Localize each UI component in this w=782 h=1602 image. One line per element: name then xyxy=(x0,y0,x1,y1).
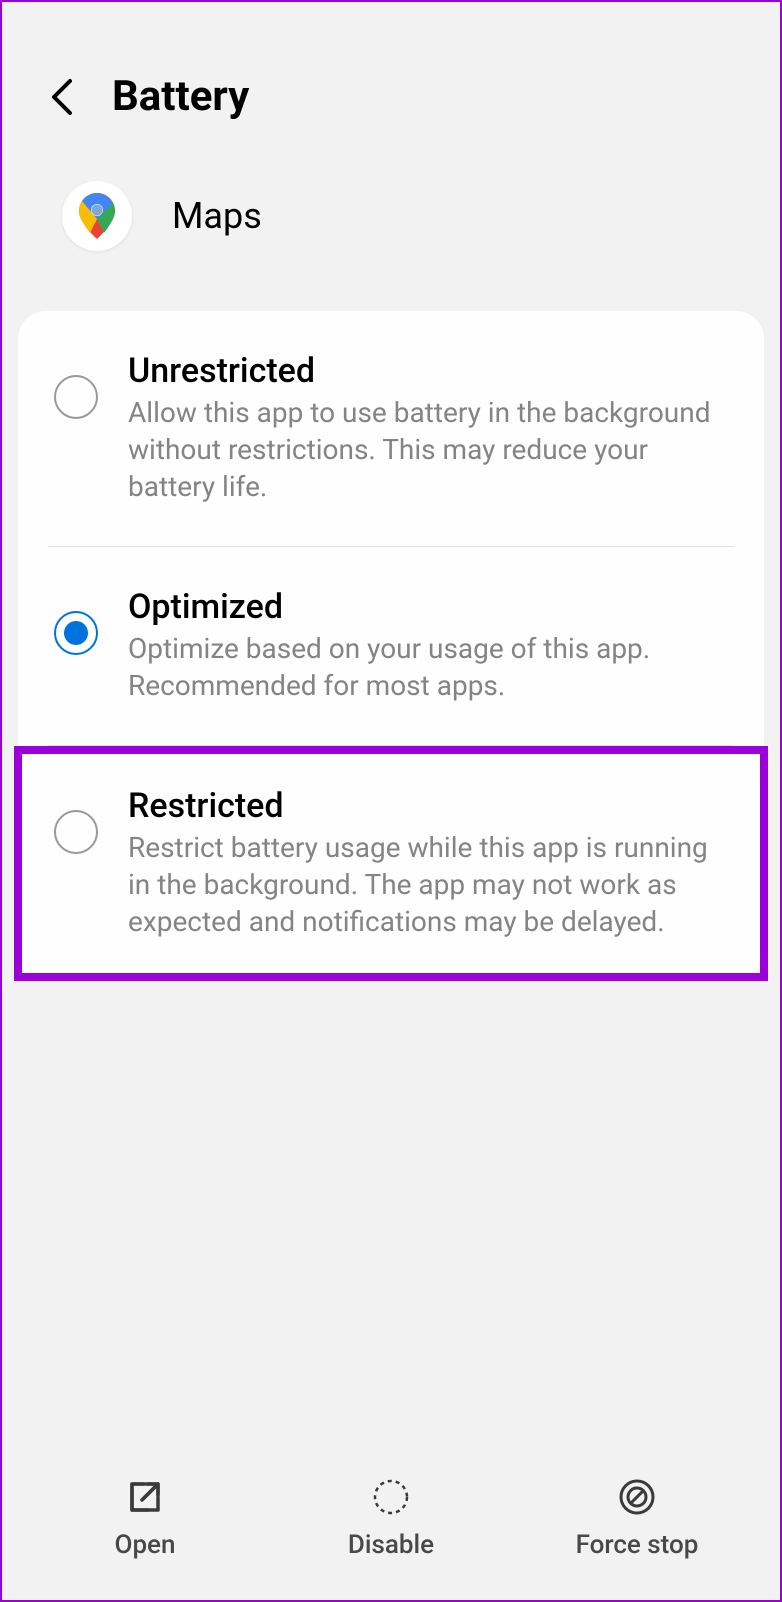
options-card: Unrestricted Allow this app to use batte… xyxy=(18,311,764,981)
option-title: Optimized xyxy=(128,587,734,627)
app-icon xyxy=(62,181,132,251)
open-icon xyxy=(124,1476,166,1518)
disable-icon xyxy=(370,1476,412,1518)
force-stop-icon xyxy=(616,1476,658,1518)
radio-restricted[interactable] xyxy=(54,810,98,854)
maps-pin-icon xyxy=(76,191,118,241)
open-label: Open xyxy=(115,1530,176,1560)
app-info: Maps xyxy=(2,151,780,311)
option-title: Unrestricted xyxy=(128,351,734,391)
option-restricted[interactable]: Restricted Restrict battery usage while … xyxy=(14,746,768,981)
disable-label: Disable xyxy=(348,1530,434,1560)
chevron-left-icon xyxy=(50,77,74,117)
radio-unrestricted[interactable] xyxy=(54,375,98,419)
option-unrestricted[interactable]: Unrestricted Allow this app to use batte… xyxy=(18,311,764,546)
force-stop-label: Force stop xyxy=(576,1530,699,1560)
disable-button[interactable]: Disable xyxy=(268,1476,514,1560)
open-button[interactable]: Open xyxy=(22,1476,268,1560)
option-text: Unrestricted Allow this app to use batte… xyxy=(128,351,734,506)
option-text: Restricted Restrict battery usage while … xyxy=(128,786,734,941)
bottom-bar: Open Disable Force stop xyxy=(2,1446,780,1600)
app-name: Maps xyxy=(172,195,262,237)
option-description: Optimize based on your usage of this app… xyxy=(128,631,734,705)
page-title: Battery xyxy=(112,72,249,121)
option-description: Allow this app to use battery in the bac… xyxy=(128,395,734,506)
header: Battery xyxy=(2,2,780,151)
force-stop-button[interactable]: Force stop xyxy=(514,1476,760,1560)
back-button[interactable] xyxy=(42,77,82,117)
option-title: Restricted xyxy=(128,786,734,826)
option-description: Restrict battery usage while this app is… xyxy=(128,830,734,941)
option-optimized[interactable]: Optimized Optimize based on your usage o… xyxy=(18,547,764,745)
option-text: Optimized Optimize based on your usage o… xyxy=(128,587,734,705)
radio-optimized[interactable] xyxy=(54,611,98,655)
